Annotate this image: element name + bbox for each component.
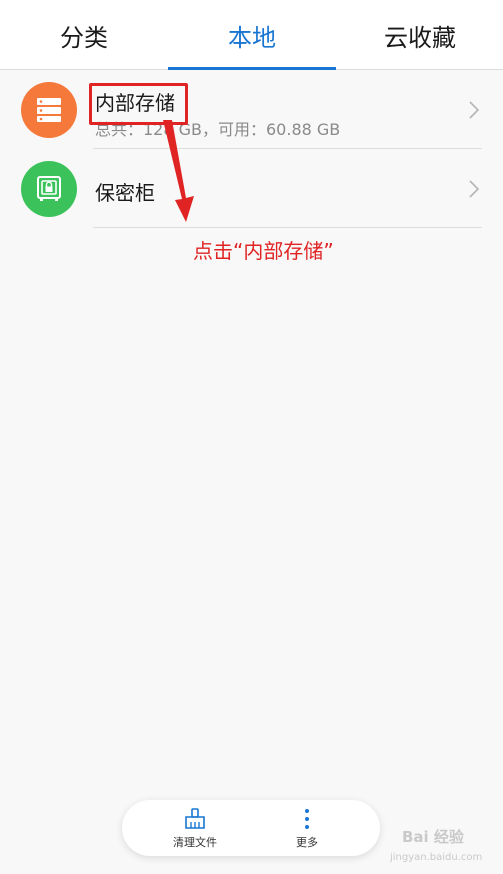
annotation-text: 点击“内部存储” bbox=[193, 239, 334, 263]
tab-category[interactable]: 分类 bbox=[0, 0, 168, 70]
watermark-main: Bai 经验 bbox=[402, 828, 464, 846]
tab-cloud-favorites[interactable]: 云收藏 bbox=[336, 0, 503, 70]
local-storage-list: 内部存储 总共：128 GB，可用：60.88 GB 保密柜 bbox=[0, 70, 503, 228]
tab-local[interactable]: 本地 bbox=[168, 0, 336, 70]
broom-icon bbox=[185, 807, 205, 829]
watermark-sub: jingyan.baidu.com bbox=[390, 852, 483, 863]
watermark-logo: Bai 经验 jingyan.baidu.com bbox=[384, 820, 499, 872]
chevron-right-icon bbox=[469, 101, 480, 119]
safe-title: 保密柜 bbox=[95, 181, 155, 205]
storage-icon bbox=[21, 82, 77, 138]
more-label: 更多 bbox=[296, 835, 318, 849]
list-item-safe[interactable]: 保密柜 bbox=[0, 149, 503, 228]
bottom-action-bar: 清理文件 更多 bbox=[122, 800, 380, 856]
clean-files-label: 清理文件 bbox=[173, 835, 217, 849]
list-item-internal-storage[interactable]: 内部存储 总共：128 GB，可用：60.88 GB bbox=[0, 70, 503, 149]
more-button[interactable]: 更多 bbox=[257, 800, 357, 856]
safe-icon bbox=[21, 161, 77, 217]
chevron-right-icon bbox=[469, 180, 480, 198]
more-vertical-icon bbox=[305, 808, 309, 829]
annotation-arrow-icon bbox=[163, 120, 194, 222]
tab-bar: 分类 本地 云收藏 bbox=[0, 0, 503, 70]
clean-files-button[interactable]: 清理文件 bbox=[145, 800, 245, 856]
